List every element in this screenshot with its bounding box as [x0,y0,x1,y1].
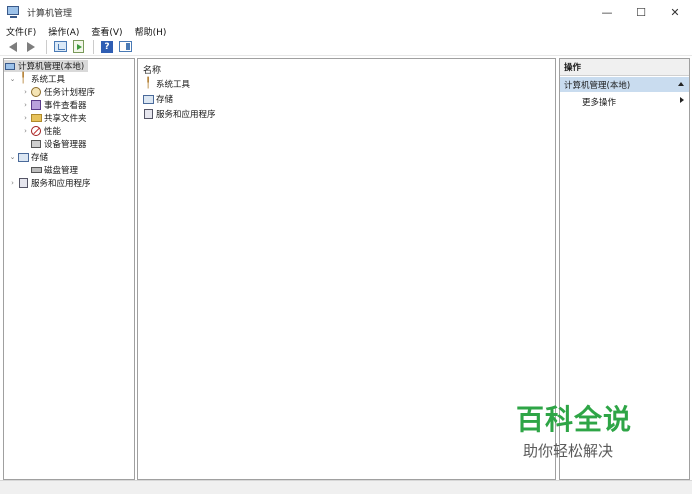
tree-item-task-scheduler[interactable]: › 任务计划程序 [21,86,95,98]
collapsed-chevron-icon[interactable]: › [21,88,30,96]
services-icon [17,178,29,189]
title-bar: 计算机管理 — ☐ ✕ [0,0,692,24]
list-item-system-tools[interactable]: ╿ 系统工具 [142,78,191,91]
more-actions-item[interactable]: 更多操作 [582,96,616,108]
watermark: 百科全说 助你轻松解决 [510,398,650,468]
action-pane-icon [118,41,132,52]
watermark-subtitle: 助你轻松解决 [523,442,614,460]
window-controls: — ☐ ✕ [590,0,692,24]
storage-icon [142,94,154,105]
menu-help[interactable]: 帮助(H) [135,25,167,38]
tree-item-performance[interactable]: › 性能 [21,125,61,137]
tree-item-label: 服务和应用程序 [31,179,91,189]
maximize-button[interactable]: ☐ [624,0,658,24]
window-title: 计算机管理 [27,8,73,19]
collapsed-chevron-icon[interactable]: › [21,114,30,122]
expanded-chevron-icon[interactable]: ⌄ [8,75,17,83]
show-hide-tree-button[interactable] [52,39,68,55]
performance-icon [30,126,42,137]
export-list-button[interactable] [70,39,86,55]
menu-file[interactable]: 文件(F) [6,25,36,38]
tree-item-device-manager[interactable]: 设备管理器 [30,138,87,150]
computer-management-icon [7,5,21,19]
toolbar-separator [93,39,94,54]
export-icon [72,40,84,53]
tree-item-label: 磁盘管理 [44,166,79,176]
tree-item-label: 事件查看器 [44,101,87,111]
show-hide-action-pane-button[interactable] [117,39,133,55]
actions-section-label: 计算机管理(本地) [564,80,631,91]
tree-item-label: 设备管理器 [44,140,87,150]
toolbar: ? [0,38,692,56]
device-manager-icon [30,139,42,150]
collapsed-chevron-icon[interactable]: › [21,101,30,109]
disk-icon [30,165,42,176]
list-item-services-and-applications[interactable]: 服务和应用程序 [142,108,216,120]
help-button[interactable]: ? [99,39,115,55]
forward-arrow-icon [27,41,35,52]
submenu-arrow-icon[interactable] [680,97,684,103]
tree-item-storage[interactable]: ⌄ 存储 [8,151,48,163]
tree-item-label: 计算机管理(本地) [18,62,85,72]
menu-view[interactable]: 查看(V) [91,25,122,38]
minimize-button[interactable]: — [590,0,624,24]
forward-button[interactable] [23,39,39,55]
actions-section-computer-management[interactable]: 计算机管理(本地) [560,77,689,92]
tools-icon: ╿ [19,73,27,84]
tree-item-shared-folders[interactable]: › 共享文件夹 [21,112,87,124]
status-bar [0,480,692,494]
event-log-icon [30,100,42,111]
tree-item-event-viewer[interactable]: › 事件查看器 [21,99,87,111]
tree-item-label: 性能 [44,127,62,137]
column-header-name[interactable]: 名称 [143,63,161,76]
details-pane: 名称 ╿ 系统工具 存储 服务和应用程序 [137,58,556,480]
console-tree-pane: 计算机管理(本地) ⌄ ╿ 系统工具 › 任务计划程序 › 事件查看器 › 共享… [3,58,135,480]
tree-item-label: 系统工具 [31,75,66,85]
shared-folder-icon [30,113,42,124]
help-icon: ? [101,40,113,53]
collapse-caret-icon[interactable] [678,82,684,86]
collapsed-chevron-icon[interactable]: › [21,127,30,135]
collapsed-chevron-icon[interactable]: › [8,179,17,187]
watermark-title: 百科全说 [516,403,633,436]
console-tree-icon [53,41,67,52]
tree-item-computer-management[interactable]: 计算机管理(本地) [4,60,88,72]
list-item-storage[interactable]: 存储 [142,93,173,105]
list-item-label: 系统工具 [156,80,191,90]
tree-item-services-and-applications[interactable]: › 服务和应用程序 [8,177,91,189]
expanded-chevron-icon[interactable]: ⌄ [8,153,17,161]
menu-bar: 文件(F) 操作(A) 查看(V) 帮助(H) [0,24,692,38]
close-button[interactable]: ✕ [658,0,692,24]
computer-icon [4,61,16,72]
toolbar-separator [46,39,47,54]
tree-item-label: 共享文件夹 [44,114,87,124]
back-arrow-icon [9,41,17,52]
back-button[interactable] [5,39,21,55]
list-item-label: 服务和应用程序 [156,110,216,120]
menu-action[interactable]: 操作(A) [48,25,79,38]
storage-icon [17,152,29,163]
tree-item-label: 存储 [31,153,49,163]
tools-icon: ╿ [144,78,152,89]
list-item-label: 存储 [156,95,174,105]
tree-item-system-tools[interactable]: ⌄ ╿ 系统工具 [8,73,66,86]
tree-item-label: 任务计划程序 [44,88,96,98]
tree-item-disk-management[interactable]: 磁盘管理 [30,164,78,176]
services-icon [142,109,154,120]
actions-header: 操作 [560,59,689,76]
clock-icon [30,87,42,98]
